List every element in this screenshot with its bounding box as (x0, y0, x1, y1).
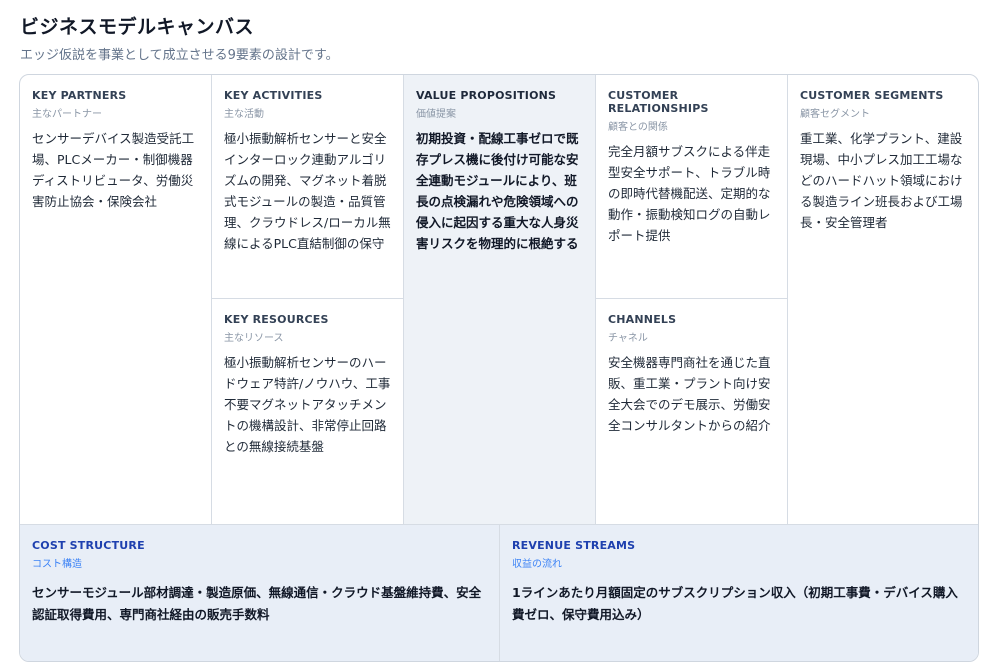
customer-relationships-label: CUSTOMER RELATIONSHIPS (608, 89, 709, 115)
key-resources-label: KEY RESOURCES (224, 313, 329, 326)
revenue-streams-text: 1ラインあたり月額固定のサブスクリプション収入（初期工事費・デバイス購入費ゼロ、… (512, 585, 958, 622)
key-activities-block: KEY ACTIVITIES 主な活動 極小振動解析センサーと安全インターロック… (212, 75, 404, 299)
key-activities-sublabel: 主な活動 (224, 109, 264, 120)
cost-structure-block: COST STRUCTURE コスト構造 センサーモジュール部材調達・製造原価、… (20, 524, 500, 661)
customer-segments-text: 重工業、化学プラント、建設現場、中小プレス加工工場などのハードハット領域における… (800, 131, 963, 230)
customer-segments-label: CUSTOMER SEGMENTS (800, 89, 944, 102)
cost-structure-label: COST STRUCTURE (32, 539, 145, 552)
key-activities-label: KEY ACTIVITIES (224, 89, 323, 102)
revenue-streams-sublabel: 収益の流れ (512, 559, 562, 570)
key-partners-block: KEY PARTNERS 主なパートナー センサーデバイス製造受託工場、PLCメ… (20, 75, 212, 524)
revenue-streams-label: REVENUE STREAMS (512, 539, 636, 552)
value-propositions-block: VALUE PROPOSITIONS 価値提案 初期投資・配線工事ゼロで既存プレ… (404, 75, 596, 524)
customer-segments-sublabel: 顧客セグメント (800, 109, 870, 120)
key-activities-text: 極小振動解析センサーと安全インターロック連動アルゴリズムの開発、マグネット着脱式… (224, 131, 391, 251)
channels-sublabel: チャネル (608, 333, 648, 344)
value-propositions-text: 初期投資・配線工事ゼロで既存プレス機に後付け可能な安全連動モジュールにより、班長… (416, 131, 579, 251)
page-title: ビジネスモデルキャンバス (20, 16, 255, 38)
key-resources-block: KEY RESOURCES 主なリソース 極小振動解析センサーのハードウェア特許… (212, 299, 404, 524)
channels-text: 安全機器専門商社を通じた直販、重工業・プラント向け安全大会でのデモ展示、労働安全… (608, 355, 771, 433)
key-partners-label: KEY PARTNERS (32, 89, 127, 102)
page-subtitle: エッジ仮説を事業として成立させる9要素の設計です。 (20, 48, 339, 63)
customer-segments-block: CUSTOMER SEGMENTS 顧客セグメント 重工業、化学プラント、建設現… (788, 75, 978, 524)
key-partners-sublabel: 主なパートナー (32, 109, 102, 120)
customer-relationships-sublabel: 顧客との関係 (608, 122, 668, 133)
cost-structure-sublabel: コスト構造 (32, 559, 82, 570)
channels-block: CHANNELS チャネル 安全機器専門商社を通じた直販、重工業・プラント向け安… (596, 299, 788, 524)
channels-label: CHANNELS (608, 313, 677, 326)
business-model-canvas: KEY PARTNERS 主なパートナー センサーデバイス製造受託工場、PLCメ… (19, 74, 979, 662)
customer-relationships-text: 完全月額サブスクによる伴走型安全サポート、トラブル時の即時代替機配送、定期的な動… (608, 144, 771, 243)
key-resources-text: 極小振動解析センサーのハードウェア特許/ノウハウ、工事不要マグネットアタッチメン… (224, 355, 391, 454)
value-propositions-sublabel: 価値提案 (416, 109, 456, 120)
key-resources-sublabel: 主なリソース (224, 333, 284, 344)
revenue-streams-block: REVENUE STREAMS 収益の流れ 1ラインあたり月額固定のサブスクリプ… (500, 524, 978, 661)
customer-relationships-block: CUSTOMER RELATIONSHIPS 顧客との関係 完全月額サブスクによ… (596, 75, 788, 299)
value-propositions-label: VALUE PROPOSITIONS (416, 89, 557, 102)
cost-structure-text: センサーモジュール部材調達・製造原価、無線通信・クラウド基盤維持費、安全認証取得… (32, 585, 482, 622)
key-partners-text: センサーデバイス製造受託工場、PLCメーカー・制御機器ディストリビュータ、労働災… (32, 131, 195, 209)
